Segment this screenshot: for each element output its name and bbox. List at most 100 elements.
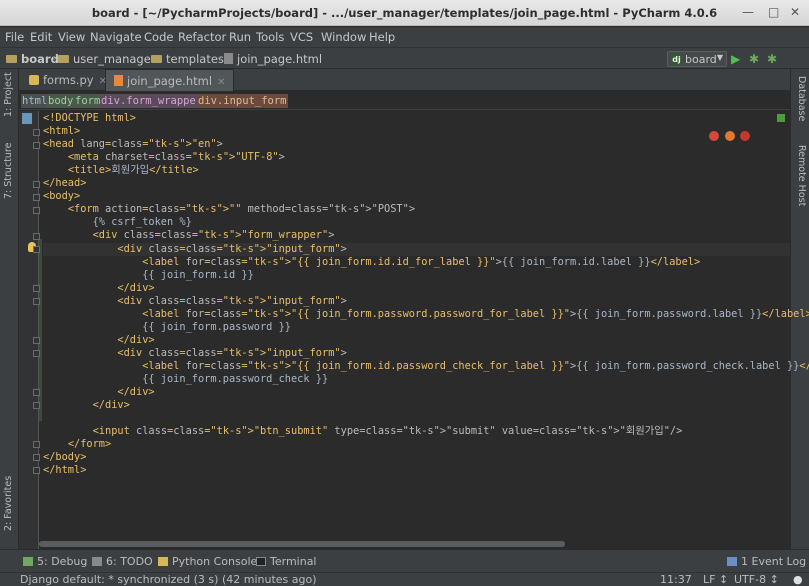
menu-code[interactable]: Code: [144, 30, 173, 44]
code-line[interactable]: <input class=class="tk-s">"btn_submit" t…: [43, 425, 790, 438]
event-log-tool-button[interactable]: 1 Event Log: [727, 555, 806, 568]
tag-crumb-input-form[interactable]: div.input_form: [197, 94, 288, 108]
database-tool-button[interactable]: Database: [796, 76, 807, 121]
fold-marker[interactable]: [33, 194, 40, 201]
fold-marker[interactable]: [33, 402, 40, 409]
opera-icon[interactable]: [740, 131, 750, 141]
menu-navigate[interactable]: Navigate: [90, 30, 142, 44]
code-line[interactable]: </div>: [43, 282, 790, 295]
code-line[interactable]: <meta charset=class="tk-s">"UTF-8">: [43, 151, 790, 164]
menu-file[interactable]: File: [5, 30, 24, 44]
menu-view[interactable]: View: [58, 30, 85, 44]
code-line[interactable]: </form>: [43, 438, 790, 451]
code-line[interactable]: <label for=class="tk-s">"{{ join_form.id…: [43, 360, 809, 373]
project-tool-button[interactable]: 1: Project: [3, 72, 14, 117]
code-line[interactable]: <div class=class="tk-s">"form_wrapper">: [43, 229, 790, 242]
code-line[interactable]: {% csrf_token %}: [43, 216, 790, 229]
fold-marker[interactable]: [33, 207, 40, 214]
inspection-ok-icon[interactable]: [777, 114, 785, 122]
code-line[interactable]: {{ join_form.id }}: [43, 269, 790, 282]
firefox-icon[interactable]: [724, 131, 735, 141]
code-line[interactable]: </div>: [43, 399, 790, 412]
code-line[interactable]: [43, 412, 790, 425]
fold-marker[interactable]: [33, 129, 40, 136]
tab-forms-py[interactable]: forms.py ✕: [21, 69, 115, 91]
run-configuration-select[interactable]: dj board ▼: [667, 51, 727, 67]
fold-marker[interactable]: [33, 298, 40, 305]
maximize-icon[interactable]: □: [768, 5, 779, 19]
breadcrumb-user-manager[interactable]: user_manager: [58, 52, 156, 66]
fold-marker[interactable]: [33, 285, 40, 292]
horizontal-scrollbar[interactable]: [39, 541, 565, 547]
code-line[interactable]: <!DOCTYPE html>: [43, 112, 790, 125]
fold-marker[interactable]: [33, 454, 40, 461]
fold-marker[interactable]: [33, 337, 40, 344]
code-line[interactable]: <div class=class="tk-s">"input_form">: [43, 295, 790, 308]
code-line[interactable]: <div class=class="tk-s">"input_form">: [43, 347, 790, 360]
tag-crumb-html[interactable]: html: [21, 94, 49, 108]
run-icon[interactable]: ▶: [731, 52, 740, 66]
fold-marker[interactable]: [33, 389, 40, 396]
close-icon[interactable]: ✕: [790, 5, 800, 19]
fold-marker[interactable]: [33, 467, 40, 474]
debug-icon[interactable]: ✱: [749, 52, 759, 66]
menu-vcs[interactable]: VCS: [290, 30, 313, 44]
tag-crumb-form[interactable]: form: [74, 94, 102, 108]
code-editor[interactable]: <!DOCTYPE html> <html> <head lang=class="t…: [19, 111, 809, 549]
code-line[interactable]: {{ join_form.password_check }}: [43, 373, 790, 386]
chevron-down-icon: ↕: [718, 573, 729, 586]
remote-host-tool-button[interactable]: Remote Host: [796, 145, 807, 206]
code-line[interactable]: <html>: [43, 125, 790, 138]
code-line[interactable]: </div>: [43, 386, 790, 399]
code-line[interactable]: <div class=class="tk-s">"input_form">: [43, 242, 790, 256]
window-title: board - [~/PycharmProjects/board] - .../…: [91, 6, 718, 20]
event-icon[interactable]: ●: [793, 573, 803, 586]
code-line[interactable]: </div>: [43, 334, 790, 347]
tool-label: 6: TODO: [106, 555, 153, 568]
debug-tool-button[interactable]: 5: Debug: [23, 555, 87, 568]
breadcrumb-file[interactable]: join_page.html: [224, 52, 322, 66]
code-line[interactable]: </head>: [43, 177, 790, 190]
close-tab-icon[interactable]: ✕: [217, 77, 225, 88]
fold-marker[interactable]: [33, 233, 40, 240]
tab-join-page-html[interactable]: join_page.html ✕: [105, 69, 235, 91]
caret-position[interactable]: 11:37: [660, 573, 692, 586]
fold-marker[interactable]: [33, 246, 40, 253]
fold-marker[interactable]: [33, 350, 40, 357]
python-file-icon: [29, 75, 39, 85]
code-line[interactable]: <body>: [43, 190, 790, 203]
terminal-icon: [256, 557, 266, 566]
chrome-icon[interactable]: [709, 131, 719, 141]
code-line[interactable]: <head lang=class="tk-s">"en">: [43, 138, 790, 151]
menu-window[interactable]: Window: [321, 30, 366, 44]
menu-edit[interactable]: Edit: [30, 30, 52, 44]
menu-refactor[interactable]: Refactor: [178, 30, 226, 44]
code-line[interactable]: <form action=class="tk-s">"" method=clas…: [43, 203, 790, 216]
coverage-icon[interactable]: ✱: [767, 52, 777, 66]
menu-tools[interactable]: Tools: [256, 30, 284, 44]
structure-tool-button[interactable]: 7: Structure: [3, 143, 14, 199]
fold-marker[interactable]: [33, 181, 40, 188]
tag-crumb-body[interactable]: body: [47, 94, 75, 108]
code-line[interactable]: </html>: [43, 464, 790, 477]
tag-crumb-form-wrapper[interactable]: div.form_wrapper: [100, 94, 204, 108]
code-line[interactable]: <label for=class="tk-s">"{{ join_form.pa…: [43, 308, 809, 321]
editor-tab-bar: forms.py ✕ join_page.html ✕: [19, 69, 790, 91]
code-line[interactable]: <label for=class="tk-s">"{{ join_form.id…: [43, 256, 790, 269]
breadcrumb-templates[interactable]: templates: [151, 52, 224, 66]
code-line[interactable]: </body>: [43, 451, 790, 464]
code-line[interactable]: {{ join_form.password }}: [43, 321, 790, 334]
breadcrumb-project[interactable]: board: [6, 52, 59, 66]
code-line[interactable]: <title>회원가입</title>: [43, 164, 790, 177]
python-console-tool-button[interactable]: Python Console: [158, 555, 257, 568]
encoding-select[interactable]: UTF-8 ↕: [734, 573, 779, 586]
menu-help[interactable]: Help: [369, 30, 395, 44]
terminal-tool-button[interactable]: Terminal: [256, 555, 317, 568]
favorites-tool-button[interactable]: 2: Favorites: [3, 476, 14, 531]
todo-tool-button[interactable]: 6: TODO: [92, 555, 153, 568]
fold-marker[interactable]: [33, 441, 40, 448]
menu-run[interactable]: Run: [229, 30, 251, 44]
minimize-icon[interactable]: —: [742, 5, 754, 19]
fold-marker[interactable]: [33, 142, 40, 149]
line-separator-select[interactable]: LF ↕: [703, 573, 728, 586]
